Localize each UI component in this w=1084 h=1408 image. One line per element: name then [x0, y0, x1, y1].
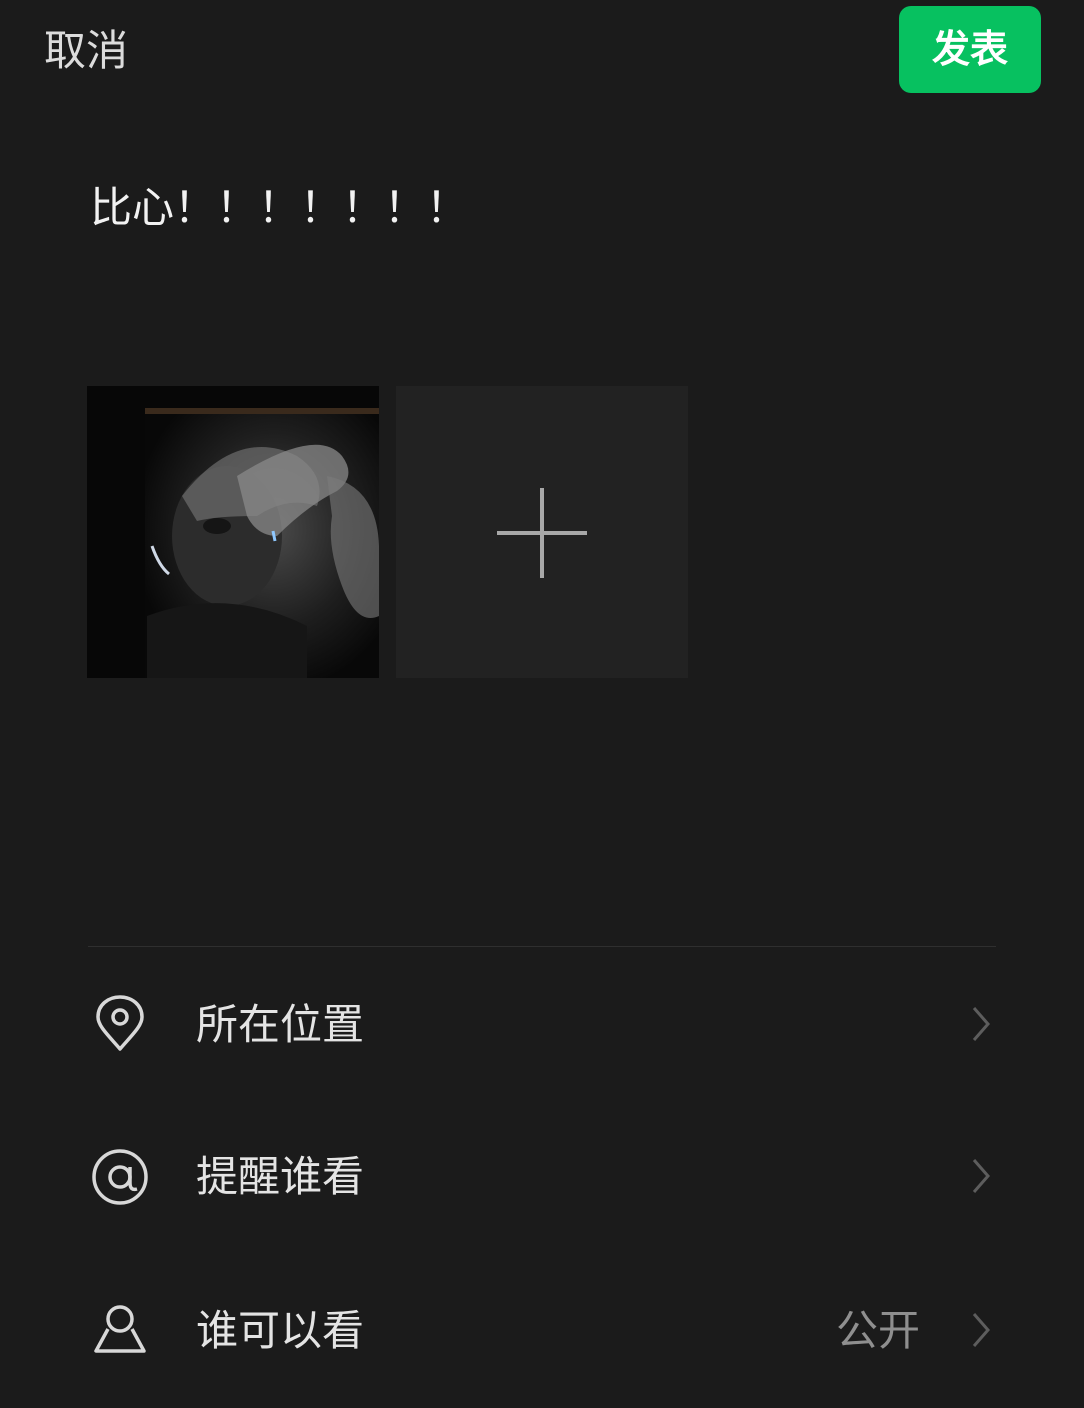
visibility-option[interactable]: 谁可以看 公开: [0, 1276, 1084, 1386]
mention-option[interactable]: 提醒谁看: [0, 1122, 1084, 1232]
attached-photo-thumbnail[interactable]: [87, 386, 379, 678]
section-divider: [88, 946, 996, 947]
cancel-button[interactable]: 取消: [44, 24, 128, 78]
photo-image: [87, 386, 379, 678]
add-photo-button[interactable]: [396, 386, 688, 678]
location-label: 所在位置: [196, 1000, 365, 1049]
post-text-input[interactable]: 比心！！！！！！！: [90, 180, 468, 236]
mention-label: 提醒谁看: [196, 1152, 365, 1201]
at-sign-icon: [92, 1149, 148, 1205]
chevron-right-icon: [972, 1159, 990, 1193]
top-bar: 取消 发表: [0, 0, 1084, 110]
plus-icon: [497, 488, 587, 578]
location-option[interactable]: 所在位置: [0, 970, 1084, 1080]
location-pin-icon: [96, 995, 144, 1051]
person-icon: [94, 1305, 146, 1353]
chevron-right-icon: [972, 1007, 990, 1041]
visibility-value: 公开: [835, 1306, 920, 1355]
visibility-label: 谁可以看: [196, 1306, 365, 1355]
publish-button[interactable]: 发表: [899, 6, 1041, 93]
chevron-right-icon: [972, 1313, 990, 1347]
